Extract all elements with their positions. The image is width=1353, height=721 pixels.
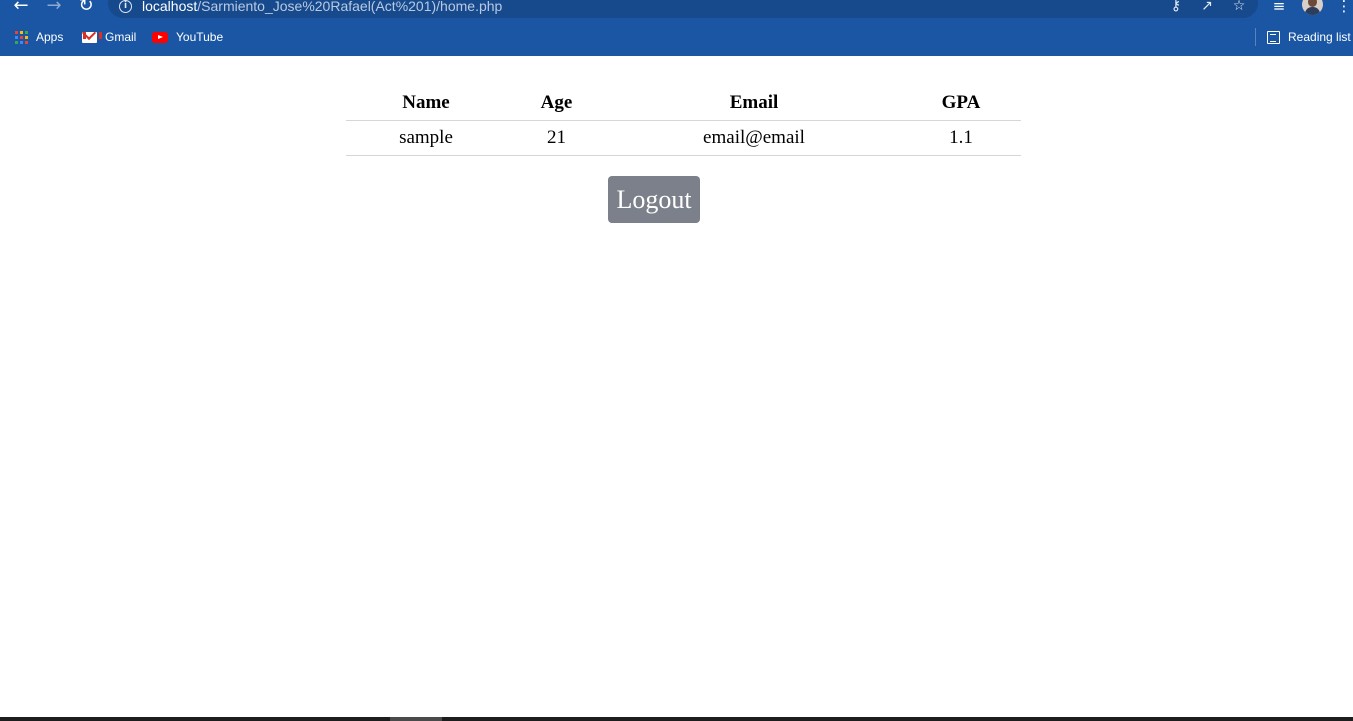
cell-name: sample (346, 120, 506, 156)
star-icon[interactable]: ☆ (1230, 0, 1248, 14)
browser-chrome: ← → ↻ i localhost/Sarmiento_Jose%20Rafae… (0, 0, 1353, 56)
bookmark-label: YouTube (176, 30, 224, 44)
students-table: Name Age Email GPA sample 21 email@email… (346, 86, 1021, 156)
table-header-row: Name Age Email GPA (346, 86, 1021, 121)
url-text[interactable]: localhost/Sarmiento_Jose%20Rafael(Act%20… (142, 0, 502, 14)
apps-grid-icon (15, 30, 28, 44)
cell-age: 21 (506, 120, 607, 156)
key-icon[interactable]: ⚷ (1167, 0, 1185, 14)
forward-arrow-icon[interactable]: → (42, 0, 66, 18)
menu-kebab-icon[interactable]: ⋮ (1334, 0, 1353, 18)
taskbar-edge (0, 717, 1353, 721)
url-path: /Sarmiento_Jose%20Rafael(Act%201)/home.p… (197, 0, 503, 14)
reload-icon[interactable]: ↻ (74, 0, 98, 18)
site-info-icon[interactable]: i (119, 0, 132, 13)
bookmark-youtube[interactable]: YouTube (152, 28, 223, 46)
media-list-icon[interactable]: ≡ (1269, 0, 1289, 18)
cell-gpa: 1.1 (901, 120, 1021, 156)
table-row: sample 21 email@email 1.1 (346, 120, 1021, 156)
bookmarks-bar: Apps Gmail YouTube Reading list (0, 24, 1353, 50)
cell-email: email@email (607, 120, 901, 156)
bookmarks-divider (1255, 28, 1256, 46)
taskbar-item (390, 717, 442, 721)
browser-toolbar: ← → ↻ i localhost/Sarmiento_Jose%20Rafae… (0, 0, 1353, 19)
reading-list-icon (1267, 30, 1280, 44)
bookmark-label: Gmail (105, 30, 137, 44)
column-header-email: Email (607, 86, 901, 121)
reading-list-label: Reading list (1288, 30, 1351, 44)
profile-avatar[interactable] (1302, 0, 1323, 15)
page-content: Name Age Email GPA sample 21 email@email… (0, 56, 1353, 717)
bookmark-gmail[interactable]: Gmail (82, 28, 136, 46)
bookmark-label: Apps (36, 30, 64, 44)
logout-button[interactable]: Logout (608, 176, 700, 223)
reading-list-button[interactable]: Reading list (1267, 28, 1351, 46)
column-header-name: Name (346, 86, 506, 121)
youtube-icon (152, 31, 168, 43)
url-host: localhost (142, 0, 198, 14)
share-icon[interactable]: ↗ (1198, 0, 1216, 14)
column-header-age: Age (506, 86, 607, 121)
back-arrow-icon[interactable]: ← (9, 0, 33, 18)
bookmark-apps[interactable]: Apps (15, 28, 63, 46)
column-header-gpa: GPA (901, 86, 1021, 121)
address-bar[interactable]: i localhost/Sarmiento_Jose%20Rafael(Act%… (108, 0, 1258, 18)
gmail-icon (82, 31, 102, 43)
